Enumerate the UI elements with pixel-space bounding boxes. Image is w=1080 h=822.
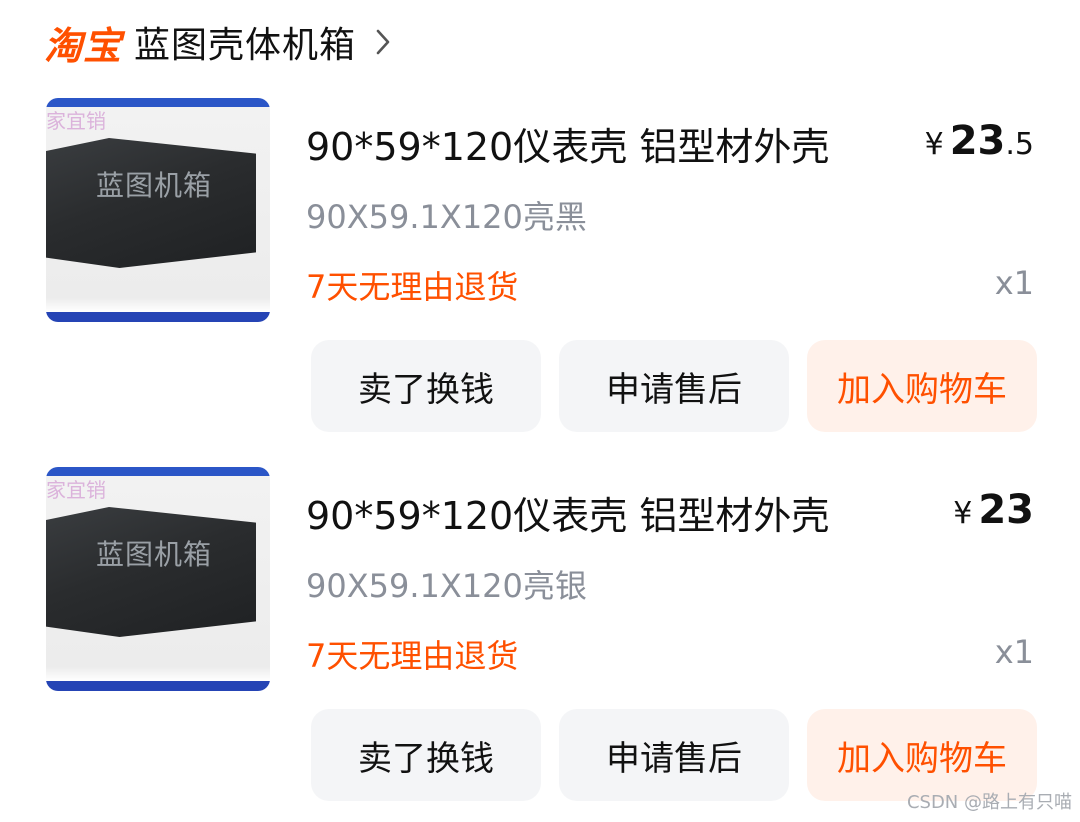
order-page: 淘宝 蓝图壳体机箱 家宜销 蓝图机箱 90*59*120仪表壳 铝型材外壳 ¥ … [0,0,1080,822]
after-sale-button[interactable]: 申请售后 [559,340,789,432]
product-price: ¥ 23 [953,487,1034,533]
shop-header[interactable]: 淘宝 蓝图壳体机箱 [44,14,398,70]
after-sale-button[interactable]: 申请售后 [559,709,789,801]
product-image[interactable]: 家宜销 蓝图机箱 [46,98,270,322]
order-item: 家宜销 蓝图机箱 90*59*120仪表壳 铝型材外壳 ¥ 23 .5 90X5… [0,96,1080,436]
shop-name[interactable]: 蓝图壳体机箱 [134,16,356,68]
product-image[interactable]: 家宜销 蓝图机箱 [46,467,270,691]
add-to-cart-button[interactable]: 加入购物车 [807,340,1037,432]
currency-symbol: ¥ [953,496,973,531]
return-policy: 7天无理由退货 [306,637,519,675]
image-watermark: 家宜销 [46,478,106,502]
currency-symbol: ¥ [924,127,944,162]
item-actions: 卖了换钱 申请售后 加入购物车 [311,340,1037,432]
product-title[interactable]: 90*59*120仪表壳 铝型材外壳 [306,116,829,171]
price-integer: 23 [949,118,1006,164]
sell-button[interactable]: 卖了换钱 [311,709,541,801]
quantity: x1 [994,264,1034,302]
product-spec: 90X59.1X120亮银 [306,567,587,605]
return-policy: 7天无理由退货 [306,268,519,306]
product-title[interactable]: 90*59*120仪表壳 铝型材外壳 [306,485,829,540]
image-watermark: 家宜销 [46,109,106,133]
product-price: ¥ 23 .5 [925,118,1034,164]
taobao-logo: 淘宝 [44,23,123,68]
chevron-right-icon[interactable] [368,22,398,62]
price-integer: 23 [978,487,1034,533]
product-spec: 90X59.1X120亮黑 [306,198,587,236]
sell-button[interactable]: 卖了换钱 [311,340,541,432]
image-label: 蓝图机箱 [96,538,213,571]
quantity: x1 [994,633,1034,671]
csdn-watermark: CSDN @路上有只喵 [906,792,1072,813]
price-decimal: .5 [1005,127,1034,162]
image-label: 蓝图机箱 [96,169,213,202]
order-item: 家宜销 蓝图机箱 90*59*120仪表壳 铝型材外壳 ¥ 23 90X59.1… [0,465,1080,805]
